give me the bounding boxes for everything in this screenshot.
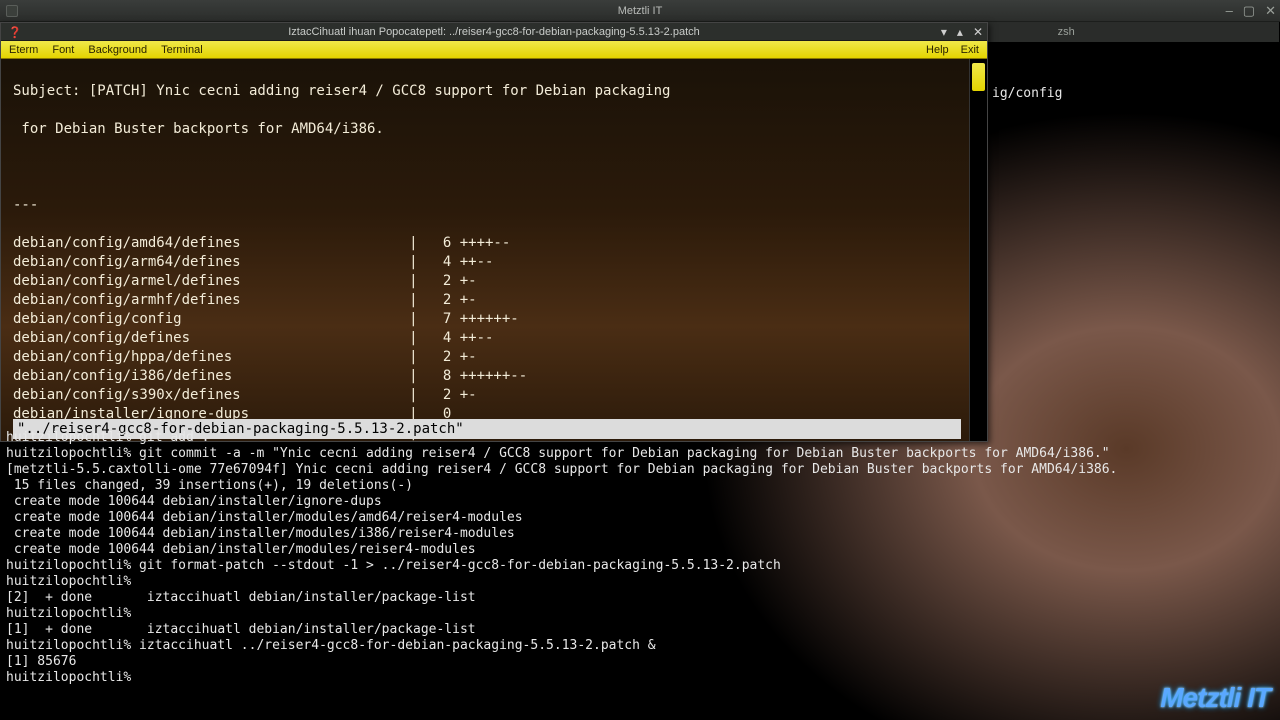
diffstat-row: debian/config/defines | 4 ++--	[13, 329, 977, 348]
diffstat-row: debian/config/hppa/defines | 2 +-	[13, 348, 977, 367]
diffstat-block: debian/config/amd64/defines | 6 ++++--de…	[13, 234, 977, 441]
subject-line-1: Subject: [PATCH] Ynic cecni adding reise…	[13, 82, 977, 101]
diffstat-row: debian/config/amd64/defines | 6 ++++--	[13, 234, 977, 253]
eterm-titlebar[interactable]: ❓ IztacCihuatl ihuan Popocatepetl: ../re…	[1, 23, 987, 41]
menu-exit[interactable]: Exit	[961, 44, 979, 56]
menu-background[interactable]: Background	[88, 44, 147, 56]
eterm-title-text: IztacCihuatl ihuan Popocatepetl: ../reis…	[288, 26, 700, 38]
window-max-button[interactable]: ▢	[1243, 3, 1255, 19]
diffstat-row: debian/config/arm64/defines | 4 ++--	[13, 253, 977, 272]
diffstat-row: debian/config/config | 7 ++++++-	[13, 310, 977, 329]
desktop-title: Metztli IT	[618, 5, 663, 17]
menu-eterm[interactable]: Eterm	[9, 44, 38, 56]
eterm-menubar: Eterm Font Background Terminal Help Exit	[1, 41, 987, 59]
diffstat-row: debian/config/armel/defines | 2 +-	[13, 272, 977, 291]
eterm-max-button[interactable]: ▴	[957, 25, 963, 39]
desktop-titlebar: Metztli IT – ▢ ✕	[0, 0, 1280, 22]
eterm-scrollbar[interactable]	[969, 59, 987, 441]
desktop-left-icons	[6, 5, 18, 17]
bg-partial-text: ig/config	[992, 86, 1062, 101]
subject-line-2: for Debian Buster backports for AMD64/i3…	[13, 120, 977, 139]
menu-help[interactable]: Help	[926, 44, 949, 56]
scrollbar-thumb[interactable]	[972, 63, 985, 91]
eterm-window: ❓ IztacCihuatl ihuan Popocatepetl: ../re…	[0, 22, 988, 442]
eterm-min-button[interactable]: ▾	[941, 25, 947, 39]
git-output: huitzilopochtli% git add . huitzilopocht…	[6, 430, 1274, 686]
diffstat-row: debian/config/armhf/defines | 2 +-	[13, 291, 977, 310]
window-min-button[interactable]: –	[1226, 3, 1233, 19]
separator: ---	[13, 196, 977, 215]
menu-terminal[interactable]: Terminal	[161, 44, 203, 56]
eterm-close-button[interactable]: ✕	[973, 25, 983, 39]
eterm-viewport[interactable]: Subject: [PATCH] Ynic cecni adding reise…	[1, 59, 987, 441]
diffstat-row: debian/config/i386/defines | 8 ++++++--	[13, 367, 977, 386]
hint-icon[interactable]: ❓	[5, 23, 25, 41]
menu-font[interactable]: Font	[52, 44, 74, 56]
app-icon	[6, 5, 18, 17]
window-close-button[interactable]: ✕	[1265, 3, 1276, 19]
brand-watermark: Metztli IT	[1160, 682, 1270, 714]
diffstat-row: debian/config/s390x/defines | 2 +-	[13, 386, 977, 405]
